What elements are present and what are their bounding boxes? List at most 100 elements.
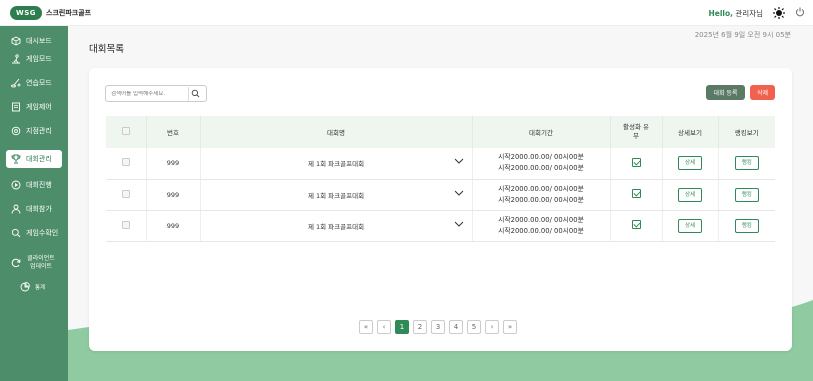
sidebar-item-label: 대회관리 [26, 155, 52, 163]
next-page-button[interactable]: › [485, 320, 499, 334]
row-period-start: 시작2000.00.00/ 00시00분 [498, 215, 584, 224]
user-name: 관리자님 [735, 8, 763, 18]
logo-badge: WSG [10, 5, 42, 20]
sidebar-item-client-update[interactable]: 클라이언트 업데이트 [6, 252, 62, 274]
sidebar-item-stats[interactable]: 통계 [6, 278, 62, 296]
prev-page-button[interactable]: ‹ [377, 320, 391, 334]
sidebar-item-label: 연습모드 [26, 79, 52, 87]
row-ranking-cell: 랭킹 [718, 210, 775, 242]
page-button[interactable]: 5 [467, 320, 481, 334]
active-checkbox[interactable] [631, 157, 641, 167]
row-active-cell [610, 179, 663, 211]
theme-toggle-sun-icon[interactable] [773, 7, 785, 19]
chart-icon [20, 282, 30, 292]
sidebar-item-game-count[interactable]: 게임수확인 [6, 224, 62, 242]
active-checkbox[interactable] [631, 220, 641, 229]
row-ranking-cell: 랭킹 [718, 179, 775, 211]
select-all-cell [106, 116, 147, 148]
header-name: 대회명 [200, 116, 473, 148]
page-button[interactable]: 1 [395, 320, 409, 334]
row-active-cell [610, 148, 663, 180]
row-select-cell [106, 148, 147, 180]
delete-button[interactable]: 삭제 [750, 85, 775, 100]
row-ranking-cell: 랭킹 [718, 148, 775, 180]
row-number: 999 [146, 210, 201, 242]
current-datetime: 2025년 6월 9일 오전 9시 05분 [694, 31, 791, 39]
page-button[interactable]: 2 [413, 320, 427, 334]
sidebar-item-label: 클라이언트 업데이트 [27, 255, 55, 270]
search-icon[interactable] [188, 86, 202, 101]
sidebar-item-tournament[interactable]: 대회관리 [6, 150, 62, 168]
row-name: 제 1회 파크골프대회 [307, 191, 365, 200]
row-name-cell: 제 1회 파크골프대회 [200, 148, 473, 180]
sidebar-item-game-mode[interactable]: 게임모드 [6, 50, 62, 68]
header-detail: 상세보기 [662, 116, 719, 148]
page-button[interactable]: 4 [449, 320, 463, 334]
greeting: Hello, 관리자님 [708, 8, 763, 19]
search-input[interactable] [106, 90, 188, 97]
row-period-end: 시작2000.00.00/ 00시00분 [498, 226, 584, 235]
row-number: 999 [146, 179, 201, 211]
trophy-icon [11, 154, 21, 164]
ranking-button[interactable]: 랭킹 [734, 187, 759, 202]
table-header-row: 번호 대회명 대회기간 활성화 유무 상세보기 랭킹보기 [106, 116, 775, 148]
logo-text: 스크린파크골프 [46, 8, 92, 17]
register-tournament-button[interactable]: 대회 등록 [706, 85, 745, 100]
row-checkbox[interactable] [121, 220, 130, 229]
power-icon[interactable] [795, 7, 805, 20]
row-period-end: 시작2000.00.00/ 00시00분 [498, 195, 584, 204]
detail-button[interactable]: 상세 [678, 218, 702, 233]
document-icon [11, 102, 21, 112]
first-page-button[interactable]: « [359, 320, 373, 334]
row-detail-cell: 상세 [662, 148, 719, 180]
row-select-cell [106, 179, 147, 211]
club-icon [11, 78, 21, 88]
active-checkbox[interactable] [631, 189, 641, 198]
sidebar-item-practice-mode[interactable]: 연습모드 [6, 74, 62, 92]
page-button[interactable]: 3 [431, 320, 445, 334]
sidebar-item-label: 게임제어 [26, 103, 52, 111]
chevron-down-icon[interactable] [454, 158, 464, 166]
detail-button[interactable]: 상세 [678, 187, 702, 202]
tournament-list-card: 대회 등록 삭제 번호 대회명 대회기간 활성화 유무 상세보기 랭킹보기 99… [89, 68, 792, 351]
sidebar-item-label: 게임모드 [26, 55, 52, 63]
refresh-icon [11, 258, 21, 268]
sidebar-item-dashboard[interactable]: 대시보드 [6, 32, 62, 50]
sidebar-item-label: 대회참가 [26, 205, 52, 213]
sidebar-item-tournament-progress[interactable]: 대회진행 [6, 176, 62, 194]
select-all-checkbox[interactable] [121, 127, 130, 135]
search-box [105, 85, 207, 102]
greeting-prefix: Hello, [708, 8, 733, 18]
header-ranking: 랭킹보기 [718, 116, 775, 148]
page-title: 대회목록 [89, 44, 124, 55]
row-period-end: 시작2000.00.00/ 00시00분 [498, 164, 584, 173]
sidebar-item-branch[interactable]: 지점관리 [6, 122, 62, 140]
row-active-cell [610, 210, 663, 242]
row-detail-cell: 상세 [662, 210, 719, 242]
detail-button[interactable]: 상세 [678, 156, 702, 171]
sidebar-item-label: 대회진행 [26, 181, 52, 189]
row-name: 제 1회 파크골프대회 [307, 222, 365, 231]
row-period-start: 시작2000.00.00/ 00시00분 [498, 153, 584, 162]
header-active: 활성화 유무 [610, 116, 663, 148]
logo[interactable]: WSG 스크린파크골프 [10, 5, 92, 20]
user-icon [11, 204, 21, 214]
row-checkbox[interactable] [121, 189, 130, 198]
table-row: 999 제 1회 파크골프대회 시작2000.00.00/ 00시00분 시작20… [106, 148, 775, 180]
sidebar-item-game-control[interactable]: 게임제어 [6, 98, 62, 116]
last-page-button[interactable]: » [503, 320, 517, 334]
table-row: 999 제 1회 파크골프대회 시작2000.00.00/ 00시00분 시작20… [106, 210, 775, 242]
ranking-button[interactable]: 랭킹 [734, 218, 759, 233]
row-period: 시작2000.00.00/ 00시00분 시작2000.00.00/ 00시00분 [472, 210, 611, 242]
ranking-button[interactable]: 랭킹 [734, 156, 759, 171]
sidebar-item-tournament-join[interactable]: 대회참가 [6, 200, 62, 218]
table-row: 999 제 1회 파크골프대회 시작2000.00.00/ 00시00분 시작20… [106, 179, 775, 211]
chevron-down-icon[interactable] [454, 190, 464, 198]
row-name: 제 1회 파크골프대회 [307, 160, 365, 169]
chevron-down-icon[interactable] [454, 221, 464, 229]
row-checkbox[interactable] [121, 158, 130, 167]
row-select-cell [106, 210, 147, 242]
settings-icon [11, 126, 21, 136]
row-period: 시작2000.00.00/ 00시00분 시작2000.00.00/ 00시00분 [472, 148, 611, 180]
row-name-cell: 제 1회 파크골프대회 [200, 179, 473, 211]
